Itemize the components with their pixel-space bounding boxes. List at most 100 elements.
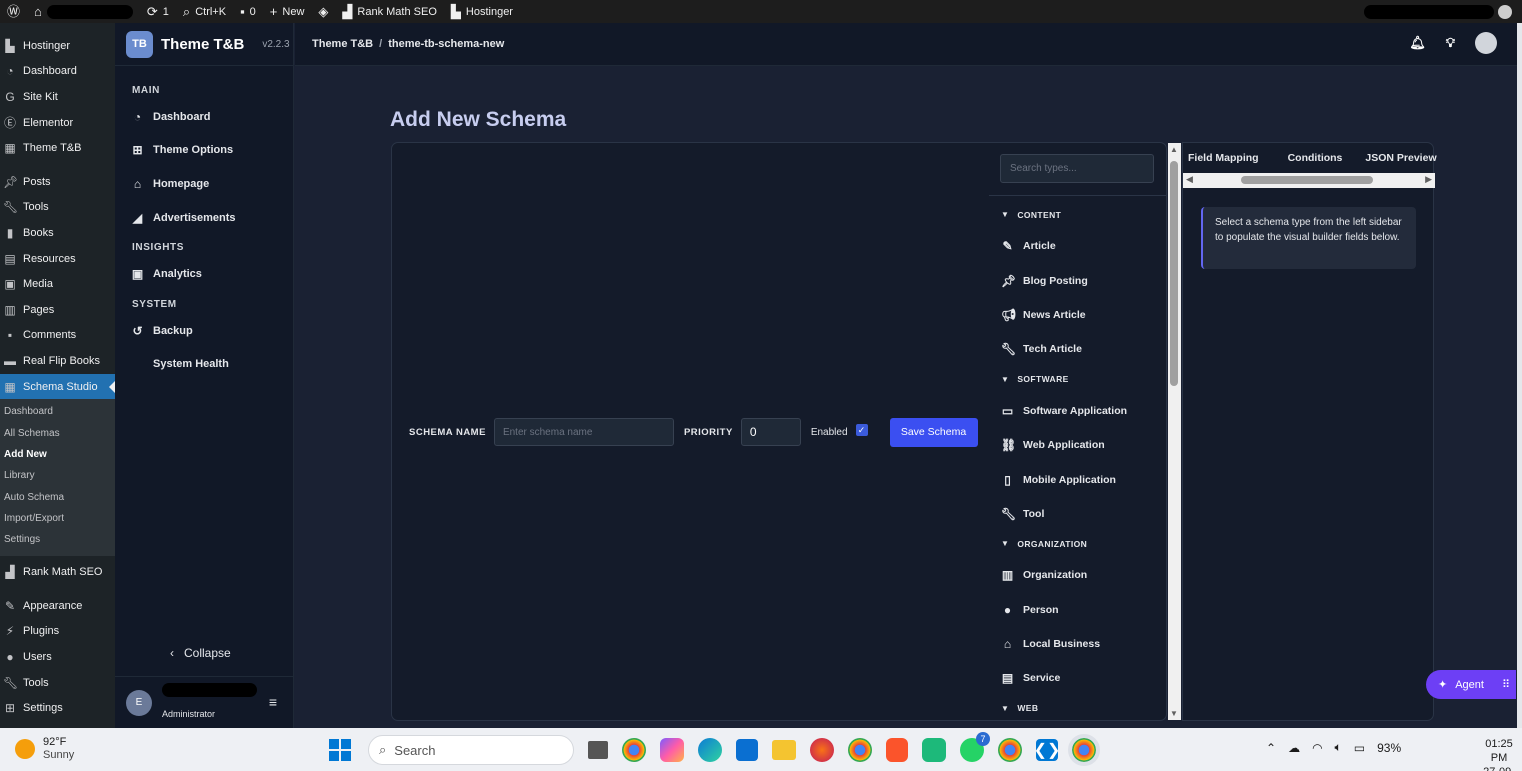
search-shortcut[interactable]: ⌕ Ctrl+K bbox=[176, 0, 233, 23]
scroll-right-icon[interactable]: ▶ bbox=[1425, 174, 1432, 185]
volume-icon[interactable]: 🔈︎ bbox=[1335, 740, 1342, 755]
vscode-icon[interactable]: ❮❯ bbox=[1034, 739, 1060, 761]
page-scrollbar[interactable] bbox=[1517, 23, 1522, 728]
wp-menu-dashboard[interactable]: ◔ Dashboard bbox=[0, 59, 115, 85]
app-green-icon[interactable] bbox=[922, 738, 946, 762]
battery-icon[interactable]: ▭ bbox=[1354, 741, 1365, 755]
wp-menu-site-kit[interactable]: G Site Kit bbox=[0, 84, 115, 110]
scroll-down-icon[interactable]: ▼ bbox=[1170, 709, 1178, 718]
submenu-settings[interactable]: Settings bbox=[0, 529, 115, 550]
type-group-content[interactable]: ▼ CONTENT bbox=[1001, 206, 1165, 223]
folder-icon[interactable] bbox=[772, 740, 796, 760]
firefox-icon[interactable] bbox=[810, 738, 834, 762]
wp-menu-tools[interactable]: 🔧︎ Tools bbox=[0, 195, 115, 221]
submenu-auto-schema[interactable]: Auto Schema bbox=[0, 487, 115, 508]
chrome-icon[interactable] bbox=[622, 738, 646, 762]
tabs-scrollbar[interactable]: ◀ ▶ bbox=[1183, 173, 1435, 188]
chrome-profile-icon[interactable] bbox=[848, 738, 872, 762]
wp-menu-appearance[interactable]: ✎ Appearance bbox=[0, 593, 115, 619]
nav-advertisements[interactable]: ◢ Advertisements bbox=[115, 201, 293, 235]
wp-menu-real-flip-books[interactable]: ▬ Real Flip Books bbox=[0, 348, 115, 374]
types-search-input[interactable] bbox=[1000, 154, 1154, 183]
taskbar-search[interactable]: ⌕ Search bbox=[368, 735, 574, 765]
clock[interactable]: 01:25 PM 27-09-2026 bbox=[1476, 737, 1522, 771]
chrome-active-icon[interactable] bbox=[1068, 734, 1100, 766]
submenu-add-new[interactable]: Add New bbox=[0, 444, 115, 465]
submenu-library[interactable]: Library bbox=[0, 465, 115, 486]
wp-menu-media[interactable]: ▣ Media bbox=[0, 271, 115, 297]
enabled-checkbox[interactable]: ✓ bbox=[855, 424, 868, 436]
scroll-thumb[interactable] bbox=[1241, 176, 1373, 184]
schema-name-input[interactable] bbox=[493, 418, 674, 446]
type-item-news-article[interactable]: 📢︎ News Article bbox=[1001, 298, 1165, 332]
tab-field-mapping[interactable]: Field Mapping bbox=[1183, 152, 1264, 164]
cloud-icon[interactable]: ☁ bbox=[1288, 741, 1300, 755]
type-item-blog-posting[interactable]: 📌︎ Blog Posting bbox=[1001, 263, 1165, 297]
wp-menu-tools[interactable]: 🔧︎ Tools bbox=[0, 670, 115, 696]
wp-menu-pages[interactable]: ▥ Pages bbox=[0, 297, 115, 323]
type-group-organization[interactable]: ▼ ORGANIZATION bbox=[1001, 535, 1165, 552]
wp-menu-hostinger[interactable]: ▙ Hostinger bbox=[0, 33, 115, 59]
hostinger-link[interactable]: ▙ Hostinger bbox=[444, 0, 520, 23]
save-schema-button[interactable]: Save Schema bbox=[889, 417, 978, 447]
hamburger-menu-icon[interactable]: ≡ bbox=[269, 694, 277, 710]
type-item-local-business[interactable]: ⌂ Local Business bbox=[1001, 627, 1165, 661]
nav-theme-options[interactable]: ⊞ Theme Options bbox=[115, 134, 293, 168]
nav-homepage[interactable]: ⌂ Homepage bbox=[115, 167, 293, 201]
types-scrollbar[interactable]: ▲ ▼ bbox=[1168, 143, 1181, 720]
wp-menu-rank-math-seo[interactable]: ▟ Rank Math SEO bbox=[0, 559, 115, 585]
type-item-web-application[interactable]: ⛓︎ Web Application bbox=[1001, 428, 1165, 462]
windows-start-icon[interactable] bbox=[326, 736, 354, 764]
scroll-left-icon[interactable]: ◀ bbox=[1186, 174, 1193, 185]
drag-handle-icon[interactable]: ⠿ bbox=[1502, 678, 1510, 691]
new-content-link[interactable]: + New bbox=[263, 0, 312, 23]
nav-dashboard[interactable]: ◔ Dashboard bbox=[115, 100, 293, 134]
type-item-service[interactable]: ▤ Service bbox=[1001, 661, 1165, 695]
updates-link[interactable]: ⟳ 1 bbox=[140, 0, 176, 23]
bell-icon[interactable]: 🔔︎ bbox=[1409, 35, 1426, 51]
nav-backup[interactable]: ↺ Backup bbox=[115, 314, 293, 348]
type-item-software-application[interactable]: ▭ Software Application bbox=[1001, 394, 1165, 428]
wp-menu-theme-t-b[interactable]: ▦ Theme T&B bbox=[0, 135, 115, 161]
submenu-import-export[interactable]: Import/Export bbox=[0, 508, 115, 529]
tab-conditions[interactable]: Conditions bbox=[1283, 152, 1348, 164]
brave-icon[interactable] bbox=[886, 738, 908, 762]
collapse-button[interactable]: ‹ Collapse bbox=[170, 646, 231, 660]
scroll-thumb[interactable] bbox=[1170, 161, 1178, 386]
tab-json-preview[interactable]: JSON Preview bbox=[1360, 152, 1441, 164]
account-menu[interactable] bbox=[1364, 0, 1512, 23]
type-item-mobile-application[interactable]: ▯ Mobile Application bbox=[1001, 462, 1165, 496]
lightbulb-icon[interactable]: 💡︎ bbox=[1446, 35, 1455, 51]
type-item-tech-article[interactable]: 🔧︎ Tech Article bbox=[1001, 332, 1165, 366]
type-item-person[interactable]: ● Person bbox=[1001, 593, 1165, 627]
type-group-web[interactable]: ▼ WEB bbox=[1001, 700, 1165, 717]
rankmath-link[interactable]: ▟ Rank Math SEO bbox=[335, 0, 443, 23]
priority-input[interactable] bbox=[740, 418, 801, 446]
whatsapp-icon[interactable]: 7 bbox=[960, 732, 990, 762]
nav-system-health[interactable]: System Health bbox=[115, 348, 293, 382]
chevron-up-icon[interactable]: ⌃ bbox=[1266, 741, 1276, 755]
diamond-plugin-link[interactable]: ◈ bbox=[311, 0, 335, 23]
agent-button[interactable]: ✦ Agent ⠿ bbox=[1426, 670, 1516, 699]
avatar[interactable] bbox=[1475, 32, 1497, 54]
wp-menu-elementor[interactable]: Ⓔ Elementor bbox=[0, 110, 115, 136]
submenu-dashboard[interactable]: Dashboard bbox=[0, 401, 115, 422]
type-group-software[interactable]: ▼ SOFTWARE bbox=[1001, 371, 1165, 388]
user-profile[interactable]: E Administrator ≡ bbox=[115, 676, 294, 728]
chrome-second-icon[interactable] bbox=[998, 738, 1022, 762]
weather-widget[interactable]: 92°F Sunny bbox=[15, 736, 74, 762]
nav-analytics[interactable]: ▣ Analytics bbox=[115, 257, 293, 291]
site-home-link[interactable]: ⌂ bbox=[27, 0, 140, 23]
comments-link[interactable]: ▪ 0 bbox=[233, 0, 263, 23]
wp-menu-posts[interactable]: 📌︎ Posts bbox=[0, 169, 115, 195]
store-icon[interactable] bbox=[736, 739, 758, 761]
wp-menu-users[interactable]: ● Users bbox=[0, 644, 115, 670]
type-item-organization[interactable]: ▥ Organization bbox=[1001, 558, 1165, 592]
wordpress-logo-icon[interactable]: Ⓦ bbox=[0, 0, 27, 23]
edge-icon[interactable] bbox=[698, 738, 722, 762]
type-item-tool[interactable]: 🔧︎ Tool bbox=[1001, 497, 1165, 531]
wp-menu-resources[interactable]: ▤ Resources bbox=[0, 246, 115, 272]
wp-menu-plugins[interactable]: ⚡︎ Plugins bbox=[0, 619, 115, 645]
wp-menu-books[interactable]: ▮ Books bbox=[0, 220, 115, 246]
submenu-all-schemas[interactable]: All Schemas bbox=[0, 423, 115, 444]
